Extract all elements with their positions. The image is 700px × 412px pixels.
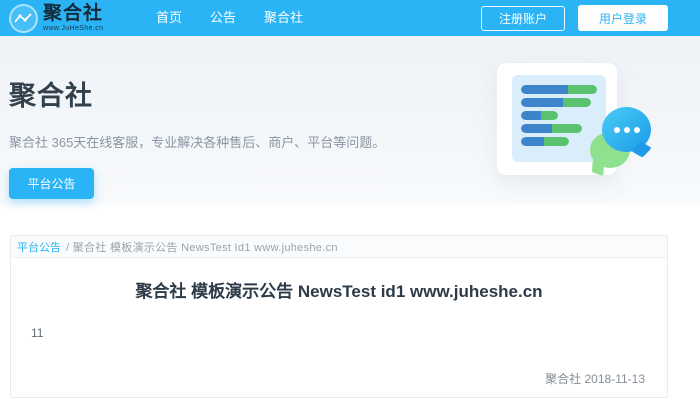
brand-text: 聚合社 www.JuHeShe.cn [43,4,103,32]
main-nav: 首页 公告 聚合社 [142,0,317,36]
doc-bar-row [521,85,597,94]
hero-section: 聚合社 聚合社 365天在线客服，专业解决各种售后、商户、平台等问题。 平台公告 [0,36,700,205]
announcement-card: 平台公告 / 聚合社 模板演示公告 NewsTest Id1 www.juhes… [10,235,668,398]
chat-bubble-blue-icon [602,107,651,152]
breadcrumb-trail: / 聚合社 模板演示公告 NewsTest Id1 www.juheshe.cn [66,239,338,255]
breadcrumb-link-platform-announcements[interactable]: 平台公告 [17,239,61,255]
typing-dot [614,127,620,133]
hero-illustration [497,63,662,213]
nav-item-announcements[interactable]: 公告 [196,0,250,36]
announcement-title: 聚合社 模板演示公告 NewsTest id1 www.juheshe.cn [11,277,667,302]
register-button[interactable]: 注册账户 [481,6,565,31]
nav-item-home[interactable]: 首页 [142,0,196,36]
doc-bar-row [521,124,582,133]
brand-name: 聚合社 [43,4,103,23]
brand-domain: www.JuHeShe.cn [43,25,103,32]
line-chart-icon [9,4,38,33]
typing-dot [624,127,630,133]
login-button[interactable]: 用户登录 [578,5,668,31]
brand-logo[interactable]: 聚合社 www.JuHeShe.cn [0,4,132,33]
breadcrumb: 平台公告 / 聚合社 模板演示公告 NewsTest Id1 www.juhes… [11,236,667,258]
doc-bar-row [521,98,591,107]
navbar: 聚合社 www.JuHeShe.cn 首页 公告 聚合社 注册账户 用户登录 [0,0,700,36]
typing-dot [634,127,640,133]
nav-item-juheshe[interactable]: 聚合社 [250,0,317,36]
announcement-author-date: 聚合社 2018-11-13 [11,370,667,387]
nav-actions: 注册账户 用户登录 [481,5,668,31]
doc-bar-row [521,137,569,146]
announcement-body: 11 [31,326,667,340]
platform-announcements-button[interactable]: 平台公告 [9,168,94,199]
doc-bar-row [521,111,558,120]
